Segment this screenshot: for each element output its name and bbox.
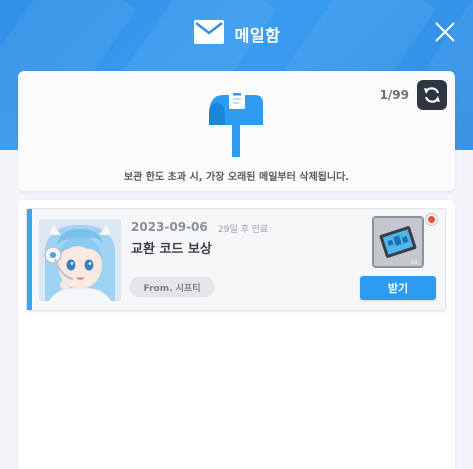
character-avatar-icon	[39, 219, 121, 301]
mail-count: 1/99	[379, 88, 409, 102]
new-mail-indicator	[426, 214, 437, 225]
refresh-button[interactable]	[417, 80, 447, 110]
mail-accent-bar	[27, 209, 32, 310]
mailbox-icon	[209, 89, 263, 157]
mail-list: 2023-09-06 29일 후 만료 교환 코드 보상 From. 시프티 x…	[18, 200, 455, 469]
receive-button[interactable]: 받기	[360, 276, 436, 300]
mail-subject: 교환 코드 보상	[131, 242, 212, 257]
close-icon	[435, 22, 455, 42]
refresh-icon	[424, 87, 440, 103]
svg-text:x1: x1	[411, 259, 419, 266]
mailbox-info-panel: 1/99 보관 한도 초과 시, 가장 오래된 메일부터 삭제됩니다.	[18, 71, 455, 191]
header-title-group: 메일함	[0, 18, 473, 50]
sender-badge: From. 시프티	[129, 277, 215, 297]
mail-item[interactable]: 2023-09-06 29일 후 만료 교환 코드 보상 From. 시프티 x…	[26, 208, 446, 311]
close-button[interactable]	[433, 20, 457, 44]
mail-expiry: 29일 후 만료	[218, 225, 269, 235]
mail-envelope-icon	[193, 19, 225, 49]
mail-date: 2023-09-06	[131, 220, 208, 234]
page-title: 메일함	[234, 26, 281, 45]
storage-notice: 보관 한도 초과 시, 가장 오래된 메일부터 삭제됩니다.	[123, 172, 350, 183]
reward-item-icon[interactable]: x1	[372, 216, 424, 268]
